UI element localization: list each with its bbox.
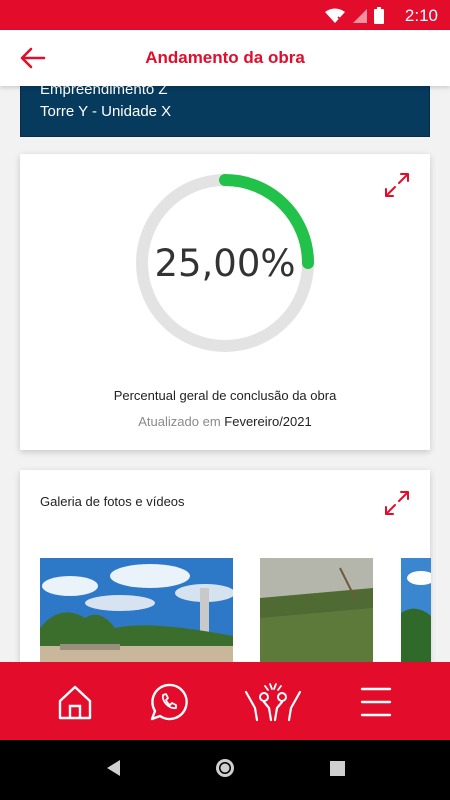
signal-icon (353, 8, 367, 23)
expand-icon (385, 173, 409, 197)
status-bar: 2:10 (0, 0, 450, 30)
construction-site-photo (40, 558, 233, 662)
whatsapp-icon (150, 683, 188, 721)
nav-whatsapp-button[interactable] (149, 682, 189, 722)
menu-icon (360, 687, 392, 717)
system-nav-bar (0, 740, 450, 800)
community-icon (244, 683, 302, 722)
gallery-card: Galeria de fotos e vídeos (20, 470, 431, 662)
project-card: Empreendimento Z Torre Y - Unidade X (20, 86, 430, 137)
main-content[interactable]: Empreendimento Z Torre Y - Unidade X 25,… (0, 86, 450, 662)
trees-photo (401, 558, 431, 662)
expand-progress-button[interactable] (384, 172, 410, 198)
nav-menu-button[interactable] (356, 682, 396, 722)
bottom-nav (0, 662, 450, 740)
wifi-icon (325, 8, 345, 23)
project-name: Empreendimento Z (40, 86, 168, 98)
gallery-photo-2[interactable] (260, 558, 373, 662)
project-unit: Torre Y - Unidade X (40, 103, 172, 120)
updated-month: Fevereiro/2021 (224, 414, 312, 429)
updated-prefix: Atualizado em (138, 414, 221, 429)
battery-icon (374, 7, 384, 24)
nav-community-button[interactable] (243, 682, 303, 722)
recents-square-icon[interactable] (330, 761, 345, 776)
back-triangle-icon[interactable] (104, 758, 122, 778)
app-bar: Andamento da obra (0, 30, 450, 86)
gallery-title: Galeria de fotos e vídeos (40, 494, 185, 509)
expand-gallery-button[interactable] (384, 490, 410, 516)
status-icons (324, 7, 384, 24)
nav-home-button[interactable] (55, 682, 95, 722)
slope-photo (260, 558, 373, 662)
progress-caption: Percentual geral de conclusão da obra (113, 388, 337, 403)
status-time: 2:10 (404, 6, 438, 25)
home-icon (58, 685, 92, 720)
page-title: Andamento da obra (145, 48, 305, 67)
gallery-photo-3[interactable] (401, 558, 431, 662)
progress-card: 25,00% Percentual geral de conclusão da … (20, 154, 430, 450)
expand-icon (385, 491, 409, 515)
updated-line: Atualizado em Fevereiro/2021 (20, 414, 430, 429)
home-circle-icon[interactable] (214, 757, 236, 779)
gallery-photo-1[interactable] (40, 558, 233, 662)
progress-value: 25,00% (154, 241, 296, 285)
